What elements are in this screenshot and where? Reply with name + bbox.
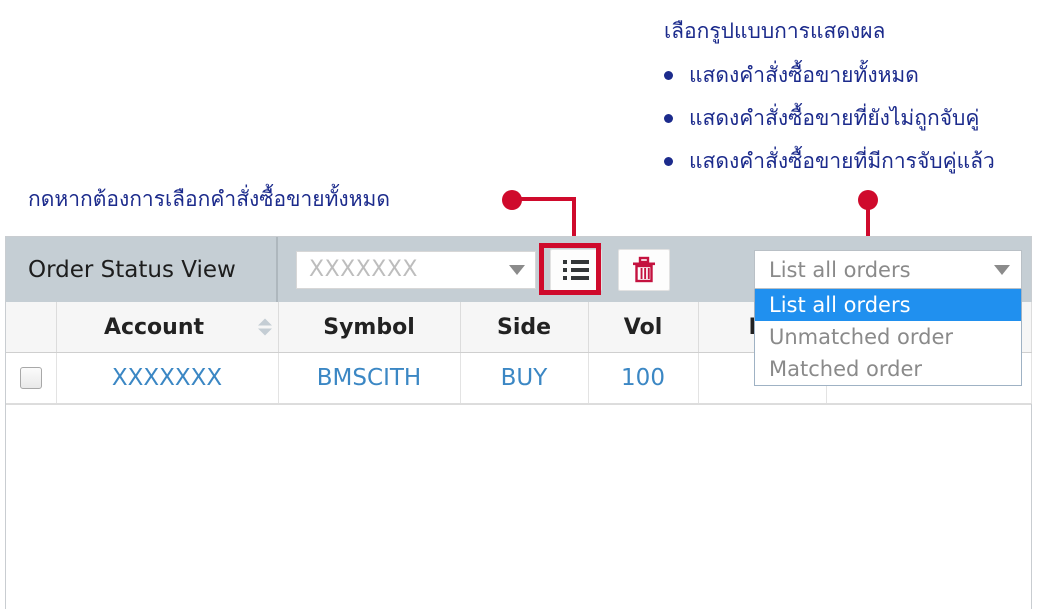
highlight-box-list-view-button [539, 243, 601, 295]
panel-toolbar: Order Status View XXXXXXX List all order… [6, 237, 1031, 386]
trash-icon [633, 256, 655, 282]
row-side-value: BUY [500, 365, 548, 391]
view-mode-select-value: List all orders [769, 257, 911, 282]
column-header-vol[interactable]: Vol [588, 302, 699, 353]
account-select-value: XXXXXXX [309, 257, 418, 282]
view-mode-options-list: List all orders Unmatched order Matched … [754, 289, 1022, 386]
annotation-right-list: แสดงคำสั่งซื้อขายทั้งหมด แสดงคำสั่งซื้อข… [664, 62, 995, 175]
callout-dot-left [502, 190, 522, 210]
chevron-down-icon [509, 264, 525, 275]
column-header-symbol-label: Symbol [323, 314, 415, 340]
panel-title-cell: Order Status View [6, 237, 278, 302]
row-side-cell: BUY [460, 352, 589, 404]
row-select-cell[interactable] [6, 352, 57, 404]
annotation-list-item: แสดงคำสั่งซื้อขายที่มีการจับคู่แล้ว [664, 148, 995, 175]
annotation-list-item-label: แสดงคำสั่งซื้อขายทั้งหมด [689, 63, 919, 88]
column-header-vol-label: Vol [623, 314, 663, 340]
view-mode-option-matched-order[interactable]: Matched order [755, 353, 1021, 385]
annotation-list-item-label: แสดงคำสั่งซื้อขายที่ยังไม่ถูกจับคู่ [689, 106, 980, 131]
callout-line-left-horizontal [520, 197, 576, 201]
chevron-down-icon [994, 264, 1010, 275]
annotation-right-title: เลือกรูปแบบการแสดงผล [664, 19, 886, 43]
row-account-value: XXXXXXX [111, 365, 223, 391]
annotation-list-item-label: แสดงคำสั่งซื้อขายที่มีการจับคู่แล้ว [689, 149, 995, 174]
column-header-select[interactable] [6, 302, 57, 353]
row-checkbox[interactable] [19, 367, 42, 389]
grid-empty-area [6, 404, 1031, 611]
column-header-account[interactable]: Account [56, 302, 279, 353]
annotation-left-text: กดหากต้องการเลือกคำสั่งซื้อขายทั้งหมด [28, 187, 391, 211]
view-mode-option-unmatched-order[interactable]: Unmatched order [755, 321, 1021, 353]
order-status-panel: Order Status View XXXXXXX List all order… [5, 236, 1032, 611]
account-select[interactable]: XXXXXXX [296, 250, 536, 289]
bullet-icon [664, 114, 673, 123]
row-symbol-cell: BMSCITH [278, 352, 461, 404]
sort-arrows-icon [257, 318, 272, 336]
column-header-side-label: Side [496, 314, 552, 340]
column-header-account-label: Account [103, 314, 205, 340]
view-mode-select[interactable]: List all orders [754, 250, 1022, 289]
bullet-icon [664, 71, 673, 80]
view-mode-option-list-all-orders[interactable]: List all orders [755, 289, 1021, 321]
delete-button[interactable] [618, 248, 670, 291]
row-vol-cell: 100 [588, 352, 699, 404]
annotation-list-item: แสดงคำสั่งซื้อขายที่ยังไม่ถูกจับคู่ [664, 105, 995, 132]
view-mode-select-wrapper: List all orders List all orders Unmatche… [754, 250, 1022, 386]
page-title: Order Status View [28, 256, 236, 283]
row-account-cell: XXXXXXX [56, 352, 279, 404]
bullet-icon [664, 157, 673, 166]
row-symbol-value: BMSCITH [316, 365, 422, 391]
column-header-side[interactable]: Side [460, 302, 589, 353]
row-vol-value: 100 [621, 365, 665, 391]
toolbar-controls: XXXXXXX [278, 237, 670, 302]
annotation-list-item: แสดงคำสั่งซื้อขายทั้งหมด [664, 62, 995, 89]
column-header-symbol[interactable]: Symbol [278, 302, 461, 353]
